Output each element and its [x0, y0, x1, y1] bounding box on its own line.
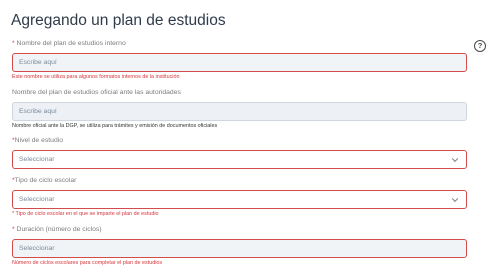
internal-name-input[interactable]: Escribe aquí	[12, 53, 467, 72]
official-name-placeholder: Escribe aquí	[19, 108, 57, 115]
duration-input[interactable]: Seleccionar	[12, 239, 467, 258]
internal-name-label-text: Nombre del plan de estudios interno	[14, 40, 126, 47]
question-circle-icon[interactable]: ?	[474, 40, 486, 52]
internal-name-label: * Nombre del plan de estudios interno	[12, 40, 126, 48]
cycle-type-placeholder: Seleccionar	[19, 196, 55, 203]
cycle-type-hint: * Tipo de ciclo escolar en el que se imp…	[12, 211, 159, 217]
chevron-down-icon	[451, 158, 459, 163]
cycle-type-label: *Tipo de ciclo escolar	[12, 177, 77, 185]
level-label-text: Nivel de estudio	[14, 137, 64, 144]
level-label: *Nivel de estudio	[12, 137, 64, 145]
cycle-type-label-text: Tipo de ciclo escolar	[14, 177, 77, 184]
level-select[interactable]: Seleccionar	[12, 150, 467, 169]
official-name-hint: Nombre oficial ante la DGP, se utiliza p…	[12, 123, 218, 129]
page-title: Agregando un plan de estudios	[11, 12, 226, 29]
official-name-input[interactable]: Escribe aquí	[12, 102, 467, 121]
internal-name-placeholder: Escribe aquí	[19, 59, 57, 66]
duration-hint: Número de ciclos escolares para completa…	[12, 260, 163, 266]
duration-label-text: Duración (número de ciclos)	[14, 226, 102, 233]
duration-label: * Duración (número de ciclos)	[12, 226, 102, 234]
level-placeholder: Seleccionar	[19, 156, 55, 163]
cycle-type-select[interactable]: Seleccionar	[12, 190, 467, 209]
chevron-down-icon	[451, 198, 459, 203]
official-name-label: Nombre del plan de estudios oficial ante…	[12, 89, 181, 96]
internal-name-hint: Este nombre se utiliza para algunos form…	[12, 74, 180, 80]
duration-placeholder: Seleccionar	[19, 245, 55, 252]
